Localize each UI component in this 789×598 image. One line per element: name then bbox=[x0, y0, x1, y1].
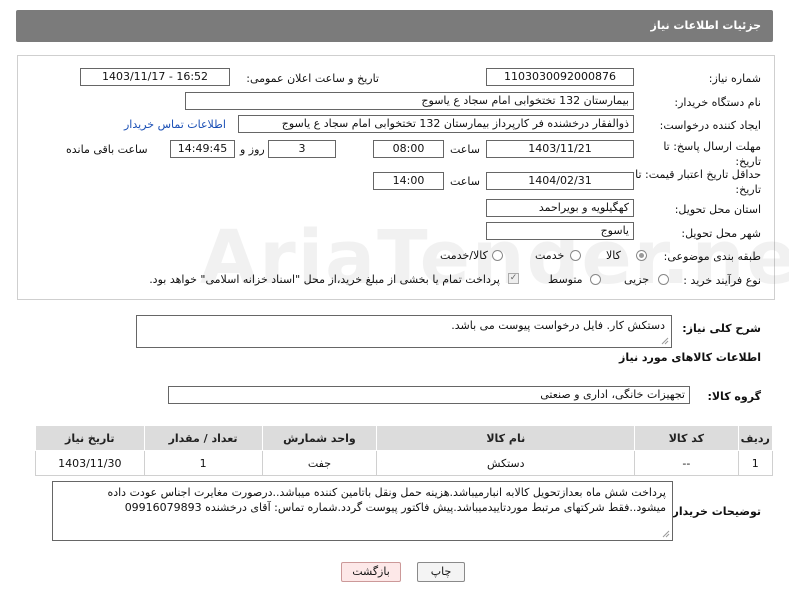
page-header: جزئیات اطلاعات نیاز bbox=[16, 10, 773, 42]
remaining-time-field[interactable]: 14:49:45 bbox=[170, 140, 235, 158]
cell-name: دستکش bbox=[376, 450, 636, 476]
payment-note: پرداخت تمام یا بخشی از مبلغ خرید،از محل … bbox=[149, 273, 500, 286]
process-option-minor: جزیی bbox=[624, 273, 650, 286]
process-radio-medium[interactable] bbox=[590, 274, 601, 285]
deadline-time-field[interactable]: 08:00 bbox=[373, 140, 444, 158]
need-number-label: شماره نیاز: bbox=[708, 72, 761, 85]
deadline-label: مهلت ارسال پاسخ: تا bbox=[663, 140, 761, 153]
city-label: شهر محل تحویل: bbox=[681, 227, 761, 240]
category-label: طبقه بندی موضوعی: bbox=[663, 250, 761, 263]
col-code: کد کالا bbox=[634, 425, 739, 451]
page-title: جزئیات اطلاعات نیاز bbox=[650, 19, 762, 32]
category-option-both: کالا/خدمت bbox=[440, 249, 488, 262]
table-row[interactable]: 1 -- دستکش جفت 1 1403/11/30 bbox=[35, 450, 774, 476]
days-field[interactable]: 3 bbox=[268, 140, 336, 158]
cell-code: -- bbox=[634, 450, 739, 476]
col-date: تاریخ نیاز bbox=[35, 425, 145, 451]
province-label: استان محل تحویل: bbox=[674, 203, 761, 216]
validity-time-field[interactable]: 14:00 bbox=[373, 172, 444, 190]
category-radio-service[interactable] bbox=[570, 250, 581, 261]
validity-label: حداقل تاریخ اعتبار قیمت: تا bbox=[635, 168, 761, 181]
col-name: نام کالا bbox=[376, 425, 636, 451]
category-option-goods: کالا bbox=[606, 249, 621, 262]
creator-label: ایجاد کننده درخواست: bbox=[659, 119, 761, 132]
col-row: ردیف bbox=[737, 425, 774, 451]
buyer-notes-text: پرداخت شش ماه بعدازتحویل کالابه انبارمیب… bbox=[107, 486, 666, 514]
buyer-contact-link[interactable]: اطلاعات تماس خریدار bbox=[124, 118, 226, 131]
validity-time-label: ساعت bbox=[450, 175, 480, 188]
description-text: دستکش کار. فایل درخواست پیوست می باشد. bbox=[451, 319, 665, 332]
process-radio-minor[interactable] bbox=[658, 274, 669, 285]
cell-date: 1403/11/30 bbox=[35, 450, 145, 476]
payment-checkbox[interactable]: ✓ bbox=[508, 273, 519, 284]
category-radio-both[interactable] bbox=[492, 250, 503, 261]
category-radio-goods[interactable] bbox=[636, 250, 647, 261]
resize-handle-icon[interactable] bbox=[661, 337, 669, 345]
col-qty: تعداد / مقدار bbox=[143, 425, 263, 451]
remaining-label: ساعت باقی مانده bbox=[66, 143, 148, 156]
process-option-medium: متوسط bbox=[548, 273, 583, 286]
cell-qty: 1 bbox=[143, 450, 263, 476]
buyer-notes-label: توضیحات خریدار: bbox=[668, 505, 761, 518]
announce-field[interactable]: 1403/11/17 - 16:52 bbox=[80, 68, 230, 86]
resize-handle-icon[interactable] bbox=[662, 530, 670, 538]
goods-section-title: اطلاعات کالاهای مورد نیاز bbox=[619, 351, 761, 364]
province-field[interactable]: کهگیلویه و بویراحمد bbox=[486, 199, 634, 217]
deadline-label-2: تاریخ: bbox=[735, 155, 761, 168]
print-button[interactable]: چاپ bbox=[417, 562, 465, 582]
back-button[interactable]: بازگشت bbox=[341, 562, 401, 582]
buyer-label: نام دستگاه خریدار: bbox=[674, 96, 761, 109]
description-label: شرح کلی نیاز: bbox=[682, 322, 761, 335]
creator-field[interactable]: ذوالفقار درخشنده فر کارپرداز بیمارستان 1… bbox=[238, 115, 634, 133]
buyer-notes-field[interactable]: پرداخت شش ماه بعدازتحویل کالابه انبارمیب… bbox=[52, 481, 673, 541]
cell-unit: جفت bbox=[261, 450, 378, 476]
col-unit: واحد شمارش bbox=[261, 425, 378, 451]
category-option-service: خدمت bbox=[535, 249, 565, 262]
days-label: روز و bbox=[240, 143, 265, 156]
process-label: نوع فرآیند خرید : bbox=[683, 274, 761, 287]
validity-label-2: تاریخ: bbox=[735, 183, 761, 196]
validity-date-field[interactable]: 1404/02/31 bbox=[486, 172, 634, 190]
deadline-time-label: ساعت bbox=[450, 143, 480, 156]
goods-table-header: ردیف کد کالا نام کالا واحد شمارش تعداد /… bbox=[35, 425, 774, 451]
description-field[interactable]: دستکش کار. فایل درخواست پیوست می باشد. bbox=[136, 315, 672, 348]
announce-label: تاریخ و ساعت اعلان عمومی: bbox=[246, 72, 379, 85]
need-number-field[interactable]: 1103030092000876 bbox=[486, 68, 634, 86]
goods-table: ردیف کد کالا نام کالا واحد شمارش تعداد /… bbox=[35, 425, 774, 476]
goods-group-label: گروه کالا: bbox=[707, 390, 761, 403]
cell-row: 1 bbox=[737, 450, 774, 476]
deadline-date-field[interactable]: 1403/11/21 bbox=[486, 140, 634, 158]
goods-group-field[interactable]: تجهیزات خانگی، اداری و صنعتی bbox=[168, 386, 690, 404]
buyer-field[interactable]: بیمارستان 132 تختخوابی امام سجاد ع یاسوج bbox=[185, 92, 634, 110]
city-field[interactable]: یاسوج bbox=[486, 222, 634, 240]
